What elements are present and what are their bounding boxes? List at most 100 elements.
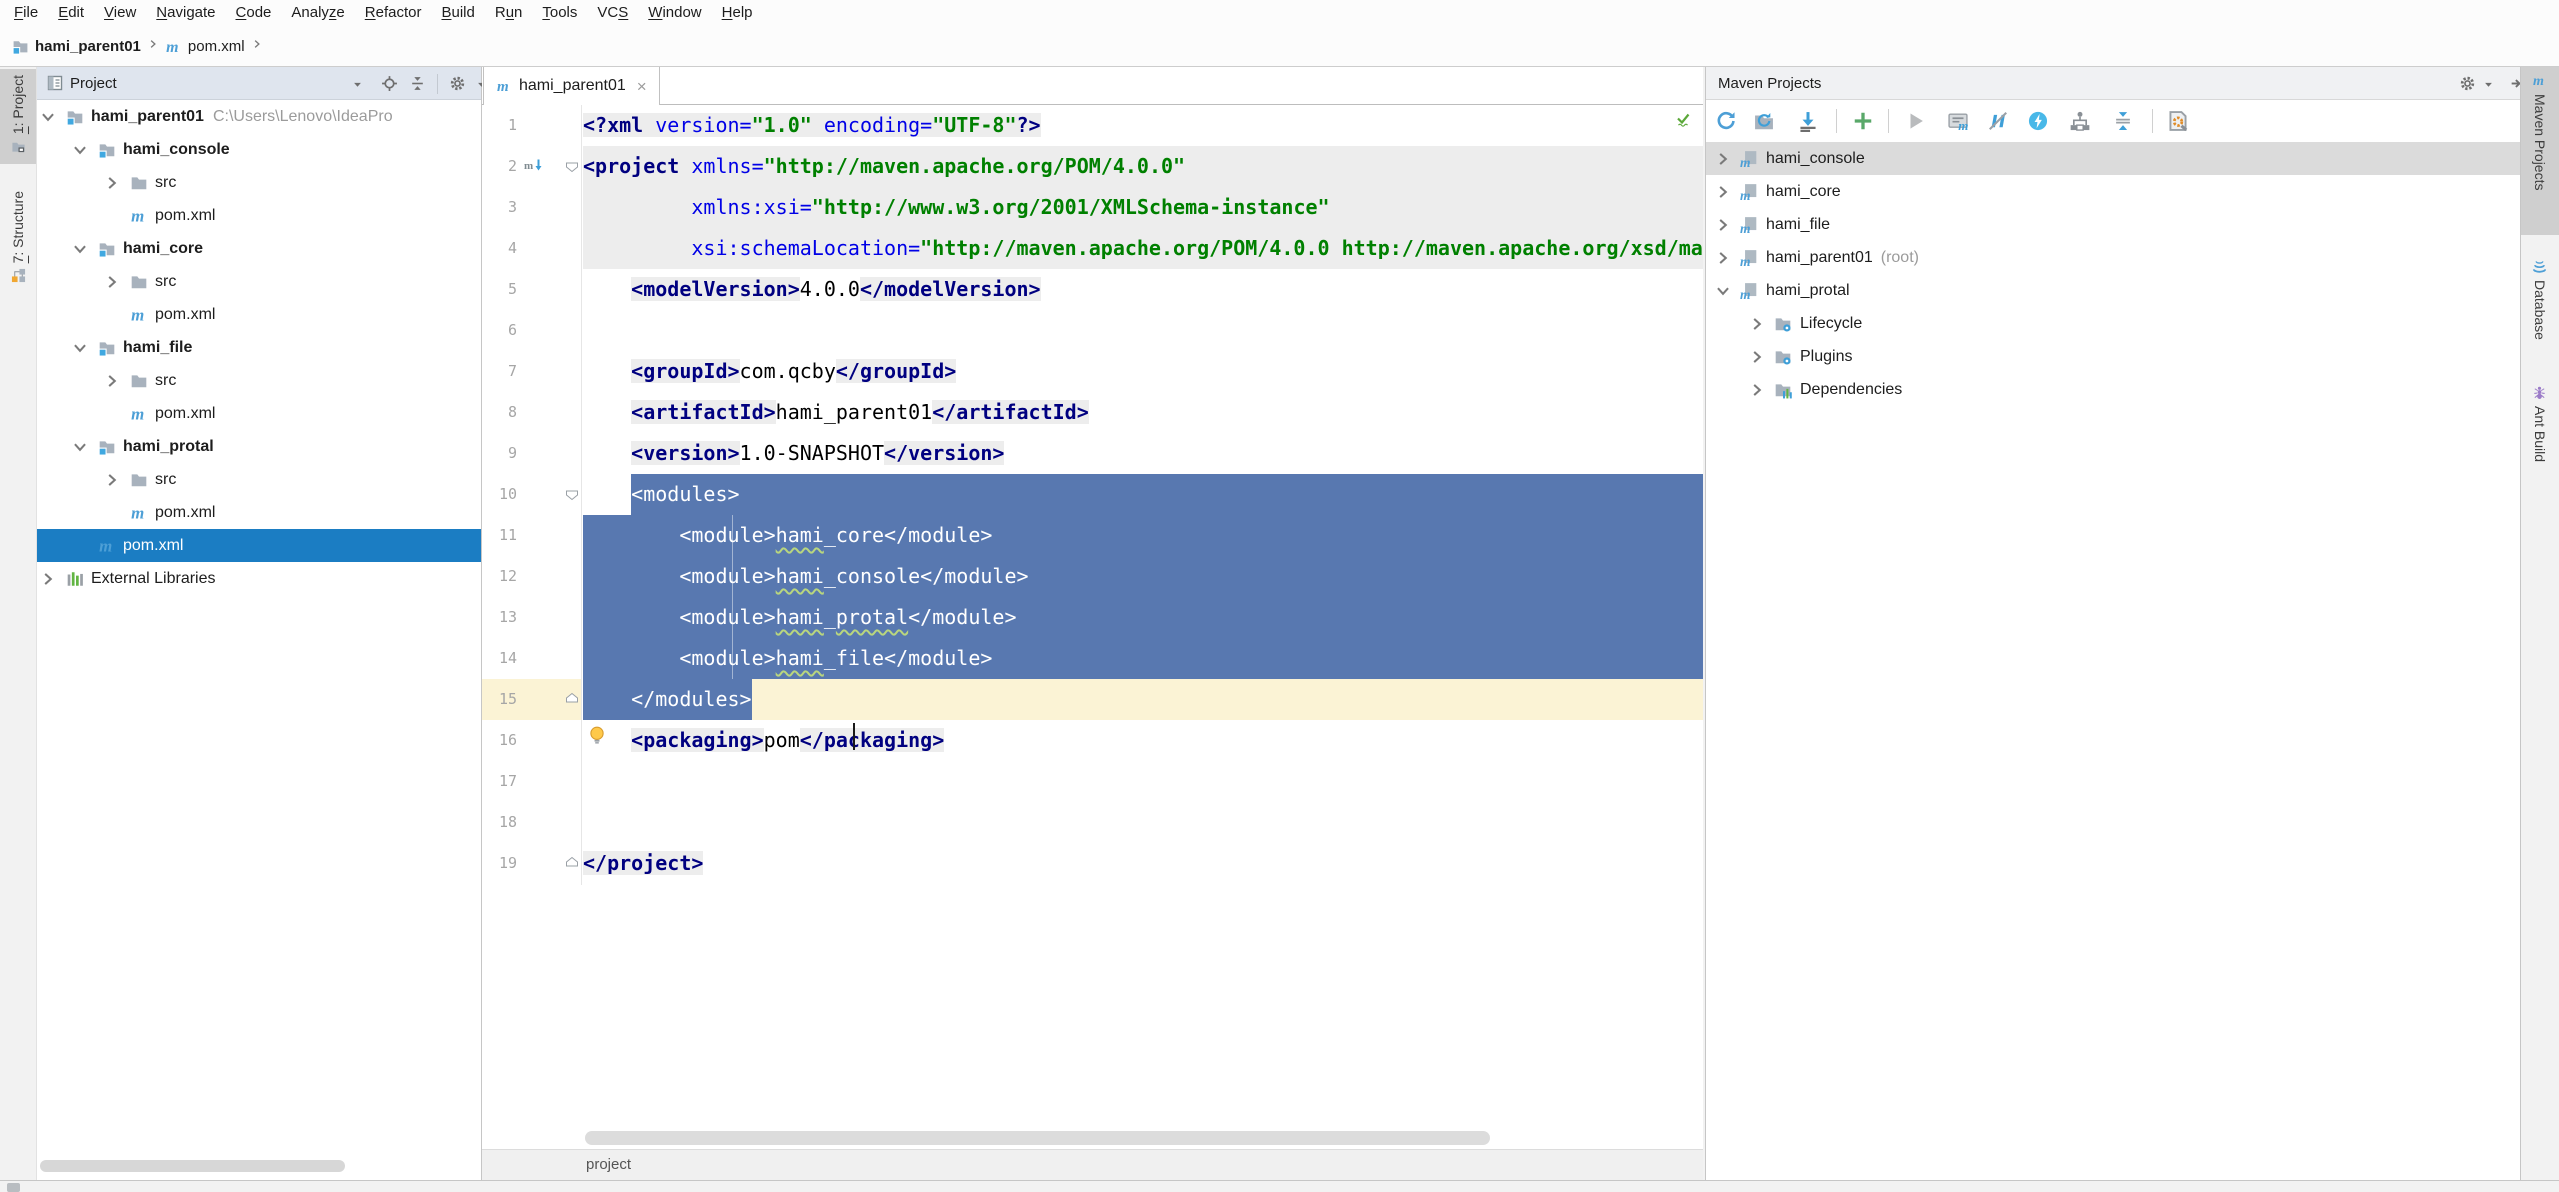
editor-breadcrumbs[interactable]: project — [482, 1149, 1703, 1180]
chevron-right-icon[interactable] — [1714, 249, 1732, 267]
project-tree-row-src[interactable]: src — [37, 463, 481, 496]
menu-item-file[interactable]: File — [4, 0, 48, 25]
project-tree[interactable]: hami_parent01C:\Users\Lenovo\IdeaProhami… — [37, 100, 481, 595]
breadcrumb-project[interactable]: project — [586, 1156, 631, 1173]
editor-horizontal-scrollbar[interactable] — [585, 1131, 1490, 1145]
breadcrumb-item-hami_parent01[interactable]: hami_parent01 — [12, 38, 141, 55]
collapse-all-blue-button[interactable] — [2111, 109, 2135, 133]
intention-bulb-icon[interactable] — [587, 725, 607, 745]
toolwindow-toggle-icon[interactable] — [7, 1183, 20, 1192]
maven-tree-row-hami_core[interactable]: mhami_core — [1706, 175, 2520, 208]
project-tree-row-External Libraries[interactable]: External Libraries — [37, 562, 481, 595]
fold-marker-open-icon[interactable] — [564, 158, 580, 174]
project-tree-row-pom.xml[interactable]: mpom.xml — [37, 529, 481, 562]
menu-item-view[interactable]: View — [94, 0, 146, 25]
chevron-down-icon[interactable] — [71, 141, 89, 159]
menu-item-analyze[interactable]: Analyze — [281, 0, 354, 25]
project-locate-icon[interactable] — [381, 75, 398, 92]
project-tree-row-hami_file[interactable]: hami_file — [37, 331, 481, 364]
project-tree-row-src[interactable]: src — [37, 166, 481, 199]
menu-item-vcs[interactable]: VCS — [587, 0, 638, 25]
run-build-button[interactable] — [1904, 109, 1928, 133]
maven-tree-row-hami_protal[interactable]: mhami_protal — [1706, 274, 2520, 307]
maven-settings-button[interactable] — [2166, 109, 2190, 133]
project-tree-row-hami_protal[interactable]: hami_protal — [37, 430, 481, 463]
menu-item-code[interactable]: Code — [226, 0, 282, 25]
menu-item-navigate[interactable]: Navigate — [146, 0, 225, 25]
editor-tab-hami-parent01[interactable]: m hami_parent01 × — [483, 67, 660, 105]
maven-tree-row-hami_parent01[interactable]: mhami_parent01(root) — [1706, 241, 2520, 274]
menu-item-run[interactable]: Run — [485, 0, 533, 25]
project-dropdown-arrow-icon[interactable] — [353, 75, 370, 92]
chevron-right-icon[interactable] — [1748, 381, 1766, 399]
maven-gear-icon[interactable] — [2459, 75, 2476, 92]
breadcrumb-item-pom.xml[interactable]: mpom.xml — [165, 38, 245, 55]
project-gear-icon[interactable] — [449, 75, 466, 92]
project-tree-row-pom.xml[interactable]: mpom.xml — [37, 199, 481, 232]
maven-tree-row-Lifecycle[interactable]: Lifecycle — [1706, 307, 2520, 340]
execute-goal-button[interactable] — [2026, 109, 2050, 133]
maven-tree-row-Plugins[interactable]: Plugins — [1706, 340, 2520, 373]
maven-tree[interactable]: mhami_consolemhami_coremhami_filemhami_p… — [1706, 142, 2520, 406]
chevron-right-icon[interactable] — [39, 570, 57, 588]
gutter-line-17: 17 — [482, 761, 581, 802]
chevron-down-icon[interactable] — [39, 108, 57, 126]
menu-item-help[interactable]: Help — [712, 0, 763, 25]
generate-sources-button[interactable] — [1752, 109, 1776, 133]
project-tree-row-pom.xml[interactable]: mpom.xml — [37, 298, 481, 331]
chevron-down-icon[interactable] — [71, 339, 89, 357]
chevron-right-icon[interactable] — [1748, 348, 1766, 366]
chevron-right-icon[interactable] — [1714, 216, 1732, 234]
code-line-9: <version>1.0-SNAPSHOT</version> — [583, 433, 1703, 474]
fold-marker-close-icon[interactable] — [564, 855, 580, 871]
show-dependencies-button[interactable] — [2068, 109, 2092, 133]
maven-tree-row-hami_file[interactable]: mhami_file — [1706, 208, 2520, 241]
fold-marker-close-icon[interactable] — [564, 691, 580, 707]
sidebar-tab-maven-projects[interactable]: mMaven Projects — [2521, 67, 2559, 235]
chevron-right-icon[interactable] — [103, 174, 121, 192]
maven-tree-row-Dependencies[interactable]: Dependencies — [1706, 373, 2520, 406]
sidebar-tab-1-project[interactable]: 1: Project — [0, 69, 36, 164]
skip-tests-button[interactable] — [1986, 109, 2010, 133]
menu-item-build[interactable]: Build — [431, 0, 484, 25]
chevron-right-icon[interactable] — [103, 471, 121, 489]
chevron-right-icon[interactable] — [1714, 183, 1732, 201]
menu-item-window[interactable]: Window — [638, 0, 711, 25]
project-collapse-all-icon[interactable] — [409, 75, 426, 92]
chevron-right-icon[interactable] — [1714, 150, 1732, 168]
chevron-right-icon[interactable] — [1748, 315, 1766, 333]
project-horizontal-scrollbar[interactable] — [40, 1160, 345, 1172]
text-caret — [853, 723, 855, 750]
project-tree-row-hami_console[interactable]: hami_console — [37, 133, 481, 166]
chevron-down-icon[interactable] — [1714, 282, 1732, 300]
project-tree-row-hami_parent01[interactable]: hami_parent01C:\Users\Lenovo\IdeaPro — [37, 100, 481, 133]
close-icon[interactable]: × — [637, 78, 647, 95]
svg-text:m: m — [1740, 220, 1751, 233]
reimport-button[interactable] — [1714, 109, 1738, 133]
inspection-status-icon[interactable] — [1675, 111, 1691, 127]
sidebar-tab-ant-build[interactable]: Ant Build — [2521, 379, 2559, 474]
project-tree-row-pom.xml[interactable]: mpom.xml — [37, 496, 481, 529]
maven-dropdown-arrow-icon[interactable] — [2484, 75, 2501, 92]
tree-label: External Libraries — [91, 570, 216, 588]
code-area[interactable]: 12m345678910111213141516171819 <?xml ver… — [482, 105, 1703, 885]
project-tree-row-src[interactable]: src — [37, 265, 481, 298]
chevron-right-icon[interactable] — [103, 273, 121, 291]
menu-item-tools[interactable]: Tools — [532, 0, 587, 25]
sidebar-tab-7-structure[interactable]: 7: Structure — [0, 185, 36, 277]
menu-item-edit[interactable]: Edit — [48, 0, 94, 25]
sidebar-tab-database[interactable]: Database — [2521, 253, 2559, 363]
maven-download-icon[interactable]: m — [524, 158, 544, 174]
project-tree-row-hami_core[interactable]: hami_core — [37, 232, 481, 265]
fold-marker-open-icon[interactable] — [564, 486, 580, 502]
project-tree-row-src[interactable]: src — [37, 364, 481, 397]
add-projects-button[interactable] — [1851, 109, 1875, 133]
chevron-down-icon[interactable] — [71, 240, 89, 258]
chevron-right-icon[interactable] — [103, 372, 121, 390]
chevron-down-icon[interactable] — [71, 438, 89, 456]
download-sources-button[interactable] — [1796, 109, 1820, 133]
maven-config-button[interactable]: m — [1946, 109, 1970, 133]
menu-item-refactor[interactable]: Refactor — [355, 0, 432, 25]
maven-tree-row-hami_console[interactable]: mhami_console — [1706, 142, 2520, 175]
project-tree-row-pom.xml[interactable]: mpom.xml — [37, 397, 481, 430]
